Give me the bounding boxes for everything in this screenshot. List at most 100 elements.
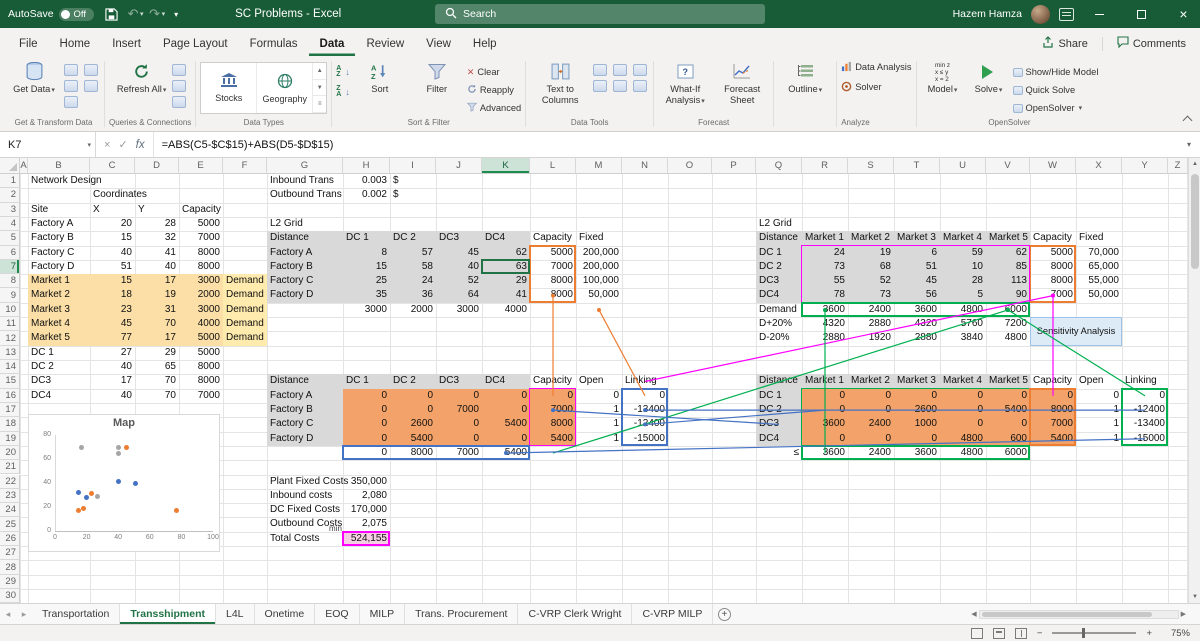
- name-box-dropdown-icon[interactable]: ▾: [87, 141, 91, 149]
- cell-S10[interactable]: 2400: [848, 303, 894, 317]
- sheet-tab-c-vrp-clerk-wright[interactable]: C-VRP Clerk Wright: [518, 604, 633, 624]
- geography-button[interactable]: Geography: [257, 63, 314, 113]
- data-validation-icon[interactable]: [633, 64, 648, 76]
- cell-T15[interactable]: Market 3: [894, 374, 940, 389]
- cell-J16[interactable]: 0: [436, 388, 482, 403]
- cell-B12[interactable]: Market 5: [28, 331, 90, 346]
- cell-U18[interactable]: 0: [940, 417, 986, 432]
- column-header-A[interactable]: A: [20, 158, 28, 174]
- minimize-button[interactable]: [1083, 0, 1116, 28]
- cell-X7[interactable]: 65,000: [1076, 260, 1122, 274]
- row-header-2[interactable]: 2: [0, 188, 20, 203]
- ribbon-tab-help[interactable]: Help: [462, 33, 508, 56]
- cell-G18[interactable]: Factory C: [267, 417, 343, 432]
- ribbon-tab-formulas[interactable]: Formulas: [239, 33, 309, 56]
- search-input[interactable]: Search: [435, 4, 765, 24]
- cell-G23[interactable]: Inbound costs: [267, 489, 343, 503]
- row-header-30[interactable]: 30: [0, 588, 20, 603]
- row-header-10[interactable]: 10: [0, 302, 20, 318]
- column-header-L[interactable]: L: [530, 158, 576, 174]
- cell-R6[interactable]: 24: [802, 245, 848, 260]
- cell-S18[interactable]: 2400: [848, 417, 894, 432]
- sheet-tab-c-vrp-milp[interactable]: C-VRP MILP: [632, 604, 714, 624]
- cell-W9[interactable]: 7000: [1030, 288, 1076, 302]
- edit-links-icon[interactable]: [171, 96, 186, 108]
- row-header-18[interactable]: 18: [0, 417, 20, 432]
- cell-F8[interactable]: Demand: [223, 274, 267, 289]
- sheet-tab-transportation[interactable]: Transportation: [32, 604, 121, 624]
- cell-J8[interactable]: 52: [436, 274, 482, 289]
- opensolver-model-button[interactable]: min z x ≤ y x = 2 Model▾: [921, 59, 965, 97]
- cell-I17[interactable]: 0: [390, 402, 436, 418]
- gallery-more-icon[interactable]: ≡: [313, 96, 327, 114]
- cell-L18[interactable]: 8000: [530, 417, 576, 432]
- cell-L6[interactable]: 5000: [530, 246, 576, 260]
- cell-Q15[interactable]: Distance: [756, 374, 802, 389]
- ribbon-display-options-icon[interactable]: [1059, 7, 1074, 21]
- properties-icon[interactable]: [171, 80, 186, 92]
- cell-J15[interactable]: DC3: [436, 374, 482, 389]
- cell-R7[interactable]: 73: [802, 259, 848, 275]
- cell-E8[interactable]: 3000: [179, 274, 223, 289]
- cell-E6[interactable]: 8000: [179, 246, 223, 260]
- ribbon-tab-page-layout[interactable]: Page Layout: [152, 33, 239, 56]
- cell-B14[interactable]: DC 2: [28, 360, 90, 374]
- cell-D4[interactable]: 28: [135, 217, 179, 231]
- cell-D11[interactable]: 70: [135, 317, 179, 332]
- cell-G9[interactable]: Factory D: [267, 288, 343, 303]
- cell-L9[interactable]: 8000: [530, 288, 576, 302]
- cell-T8[interactable]: 45: [894, 274, 940, 289]
- cell-K5[interactable]: DC4: [482, 231, 530, 246]
- cell-X8[interactable]: 55,000: [1076, 274, 1122, 288]
- cell-D5[interactable]: 32: [135, 231, 179, 245]
- cell-E16[interactable]: 7000: [179, 389, 223, 403]
- column-header-G[interactable]: G: [267, 158, 343, 174]
- zoom-level[interactable]: 75%: [1162, 628, 1190, 639]
- cell-R9[interactable]: 78: [802, 288, 848, 303]
- normal-view-button[interactable]: [970, 627, 983, 639]
- row-header-4[interactable]: 4: [0, 216, 20, 232]
- row-header-17[interactable]: 17: [0, 402, 20, 418]
- close-button[interactable]: ×: [1167, 0, 1200, 28]
- cell-U7[interactable]: 10: [940, 259, 986, 275]
- cell-H15[interactable]: DC 1: [343, 374, 390, 389]
- zoom-slider[interactable]: [1052, 628, 1137, 638]
- cell-V8[interactable]: 113: [986, 274, 1030, 289]
- column-header-I[interactable]: I: [390, 158, 436, 174]
- cell-B3[interactable]: Site: [28, 203, 90, 217]
- sheet-tab-transshipment[interactable]: Transshipment: [120, 604, 216, 624]
- cell-C15[interactable]: 17: [90, 374, 135, 388]
- cell-M18[interactable]: 1: [576, 417, 622, 431]
- cell-J17[interactable]: 7000: [436, 402, 482, 418]
- page-break-view-button[interactable]: [1014, 627, 1027, 639]
- column-header-O[interactable]: O: [668, 158, 712, 174]
- cell-T11[interactable]: 4320: [894, 317, 940, 331]
- collapse-ribbon-icon[interactable]: [1182, 115, 1193, 126]
- ribbon-tab-data[interactable]: Data: [309, 33, 356, 56]
- autosave-toggle[interactable]: Off: [58, 7, 95, 21]
- column-header-P[interactable]: P: [712, 158, 756, 174]
- cell-L8[interactable]: 8000: [530, 274, 576, 288]
- row-header-1[interactable]: 1: [0, 174, 20, 189]
- cell-V18[interactable]: 0: [986, 417, 1030, 432]
- cell-M15[interactable]: Open: [576, 374, 622, 388]
- cell-H5[interactable]: DC 1: [343, 231, 390, 246]
- cell-Y15[interactable]: Linking: [1122, 374, 1168, 388]
- cell-R17[interactable]: 0: [802, 402, 848, 418]
- scroll-down-icon[interactable]: ▼: [1189, 591, 1200, 603]
- row-header-9[interactable]: 9: [0, 288, 20, 303]
- cell-U16[interactable]: 0: [940, 388, 986, 403]
- gallery-down-icon[interactable]: ▼: [313, 80, 327, 97]
- cell-R20[interactable]: 3600: [802, 446, 848, 460]
- cell-J9[interactable]: 64: [436, 288, 482, 303]
- cell-M8[interactable]: 100,000: [576, 274, 622, 288]
- cell-J10[interactable]: 3000: [436, 303, 482, 317]
- cell-I15[interactable]: DC 2: [390, 374, 436, 389]
- cell-V19[interactable]: 600: [986, 431, 1030, 446]
- cell-S19[interactable]: 0: [848, 431, 894, 446]
- cell-T18[interactable]: 1000: [894, 417, 940, 432]
- cell-W11[interactable]: Sensitivity Analysis: [1030, 317, 1122, 346]
- cell-I7[interactable]: 58: [390, 259, 436, 275]
- cell-J5[interactable]: DC3: [436, 231, 482, 246]
- cell-C7[interactable]: 51: [90, 260, 135, 274]
